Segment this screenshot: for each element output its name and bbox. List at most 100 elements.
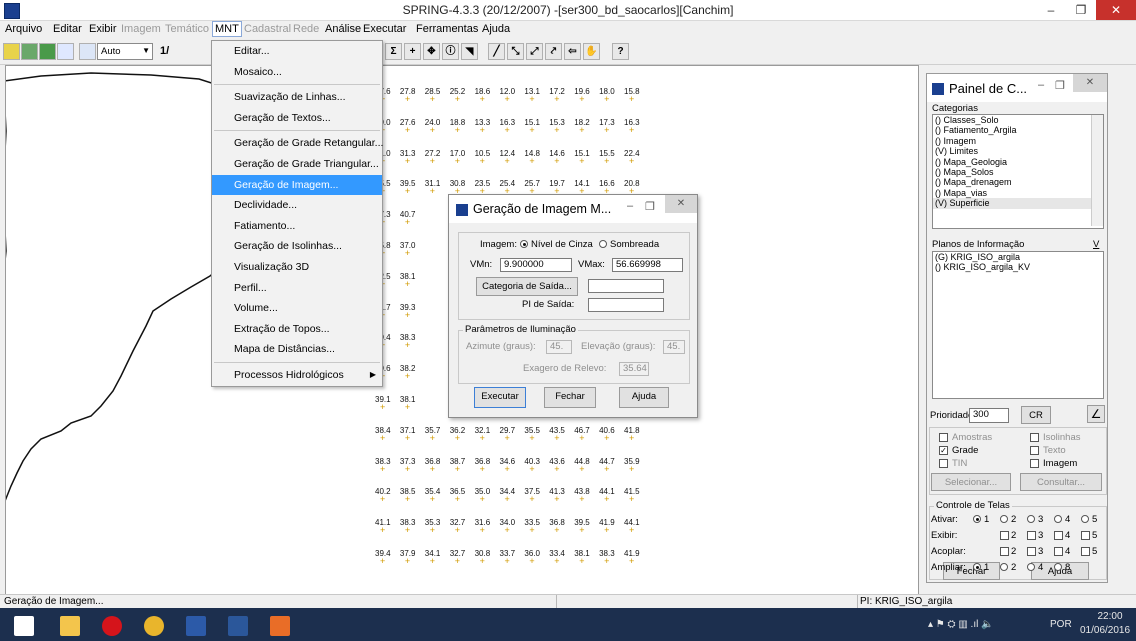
database-icon[interactable] xyxy=(3,43,20,60)
language-indicator[interactable]: POR xyxy=(1050,619,1072,630)
map-tool-4-icon[interactable]: ◥ xyxy=(461,43,478,60)
tela-radio[interactable] xyxy=(1081,515,1089,523)
mnt-menu-item[interactable]: Suavização de Linhas... xyxy=(212,87,382,108)
mnt-menu-item[interactable]: Mosaico... xyxy=(212,62,382,83)
texto-checkbox[interactable] xyxy=(1030,446,1039,455)
dialog-minimize-icon[interactable]: – xyxy=(627,200,633,212)
menu-ferramentas[interactable]: Ferramentas xyxy=(416,23,478,35)
chrome-icon[interactable] xyxy=(134,610,174,640)
vmn-input[interactable]: 9.900000 xyxy=(500,258,572,272)
dialog-maximize-icon[interactable]: ❐ xyxy=(645,200,655,213)
mnt-menu-item[interactable]: Geração de Grade Retangular... xyxy=(212,133,383,154)
map-tool-7-icon[interactable]: ⤢ xyxy=(526,43,543,60)
categoria-item[interactable]: () Mapa_Solos xyxy=(933,167,1103,177)
amostras-checkbox[interactable] xyxy=(939,433,948,442)
menu-mnt[interactable]: MNT xyxy=(212,21,242,37)
categoria-item[interactable]: (V) Superficie xyxy=(933,198,1103,209)
layers-icon[interactable] xyxy=(39,43,56,60)
categoria-saida-field[interactable] xyxy=(588,279,664,293)
categoria-item[interactable]: () Mapa_vias xyxy=(933,188,1103,198)
tela-checkbox[interactable] xyxy=(1000,531,1009,540)
exagero-input[interactable]: 35.64 xyxy=(619,362,649,376)
menu-rede[interactable]: Rede xyxy=(293,23,319,35)
tela-checkbox[interactable] xyxy=(1054,547,1063,556)
menu-arquivo[interactable]: Arquivo xyxy=(5,23,42,35)
dialog-close-button[interactable]: ✕ xyxy=(665,195,697,213)
vmax-input[interactable]: 56.669998 xyxy=(612,258,683,272)
azimute-input[interactable]: 45. xyxy=(546,340,572,354)
clock-date[interactable]: 01/06/2016 xyxy=(1080,625,1130,636)
planos-v-label[interactable]: V xyxy=(1093,239,1099,250)
map-tool-6-icon[interactable]: ⤡ xyxy=(507,43,524,60)
tela-radio[interactable] xyxy=(1000,563,1008,571)
categoria-item[interactable]: () Mapa_Geologia xyxy=(933,157,1103,167)
tela-checkbox[interactable] xyxy=(1027,547,1036,556)
draw-icon[interactable] xyxy=(57,43,74,60)
tela-radio[interactable] xyxy=(1027,563,1035,571)
tela-checkbox[interactable] xyxy=(1081,547,1090,556)
menu-tematico[interactable]: Temático xyxy=(165,23,209,35)
maximize-button[interactable]: ❐ xyxy=(1066,0,1096,20)
scale-select[interactable]: Auto ▼ xyxy=(97,43,153,60)
planos-list[interactable]: (G) KRIG_ISO_argila() KRIG_ISO_argila_KV xyxy=(932,251,1104,399)
imagem-checkbox[interactable] xyxy=(1030,459,1039,468)
opera-icon[interactable] xyxy=(92,610,132,640)
categoria-item[interactable]: () Classes_Solo xyxy=(933,115,1103,125)
mnt-menu-item[interactable]: Visualização 3D xyxy=(212,257,382,278)
categoria-item[interactable]: () Imagem xyxy=(933,136,1103,146)
categoria-item[interactable]: (V) Limites xyxy=(933,146,1103,156)
tin-checkbox[interactable] xyxy=(939,459,948,468)
mnt-menu-item[interactable]: Geração de Isolinhas... xyxy=(212,236,382,257)
panel-maximize-icon[interactable]: ❐ xyxy=(1055,79,1065,92)
categorias-scrollbar[interactable] xyxy=(1091,115,1103,226)
mnt-menu-item[interactable]: Processos Hidrológicos ▶ xyxy=(212,365,382,386)
tela-radio[interactable] xyxy=(1054,515,1062,523)
isolinhas-checkbox[interactable] xyxy=(1030,433,1039,442)
map-tool-11-icon[interactable]: ? xyxy=(612,43,629,60)
panel-close-button[interactable]: ✕ xyxy=(1073,74,1107,92)
prioridade-input[interactable]: 300 xyxy=(969,408,1009,423)
mnt-menu-item[interactable]: Extração de Topos... xyxy=(212,319,382,340)
executar-button[interactable]: Executar xyxy=(474,387,526,408)
tela-radio[interactable] xyxy=(973,515,981,523)
menu-editar[interactable]: Editar xyxy=(53,23,82,35)
sombreada-radio[interactable] xyxy=(599,240,607,248)
categoria-item[interactable]: () Fatiamento_Argila xyxy=(933,125,1103,135)
mnt-menu-item[interactable]: Editar... xyxy=(212,41,382,62)
map-tool-10-icon[interactable]: ✋ xyxy=(583,43,600,60)
tela-radio[interactable] xyxy=(1027,515,1035,523)
clock-time[interactable]: 22:00 xyxy=(1090,611,1130,622)
mnt-menu-item[interactable]: Volume... xyxy=(212,298,382,319)
cr-button[interactable]: CR xyxy=(1021,406,1051,424)
grade-checkbox[interactable]: ✓ xyxy=(939,446,948,455)
tela-checkbox[interactable] xyxy=(1054,531,1063,540)
categoria-item[interactable]: () Mapa_drenagem xyxy=(933,177,1103,187)
map-tool-1-icon[interactable]: + xyxy=(404,43,421,60)
ajuda-button[interactable]: Ajuda xyxy=(619,387,669,408)
menu-cadastral[interactable]: Cadastral xyxy=(244,23,291,35)
categorias-list[interactable]: () Classes_Solo() Fatiamento_Argila() Im… xyxy=(932,114,1104,229)
menu-imagem[interactable]: Imagem xyxy=(121,23,161,35)
minimize-button[interactable]: – xyxy=(1036,0,1066,20)
tela-checkbox[interactable] xyxy=(1027,531,1036,540)
tela-radio[interactable] xyxy=(1000,515,1008,523)
menu-exibir[interactable]: Exibir xyxy=(89,23,117,35)
windows-start-icon[interactable] xyxy=(4,610,44,640)
project-icon[interactable] xyxy=(21,43,38,60)
mnt-menu-item[interactable]: Geração de Imagem... xyxy=(212,174,382,196)
map-tool-0-icon[interactable]: Σ xyxy=(385,43,402,60)
menu-ajuda[interactable]: Ajuda xyxy=(482,23,510,35)
mnt-menu-item[interactable]: Geração de Grade Triangular... xyxy=(212,154,382,175)
tela-radio[interactable] xyxy=(973,563,981,571)
elevacao-input[interactable]: 45. xyxy=(663,340,685,354)
map-tool-2-icon[interactable]: ✥ xyxy=(423,43,440,60)
tela-radio[interactable] xyxy=(1054,563,1062,571)
pi-saida-input[interactable] xyxy=(588,298,664,312)
mnt-menu-item[interactable]: Geração de Textos... xyxy=(212,108,382,129)
mnt-menu-item[interactable]: Mapa de Distâncias... xyxy=(212,339,382,360)
map-tool-9-icon[interactable]: ⇦ xyxy=(564,43,581,60)
mnt-menu-item[interactable]: Fatiamento... xyxy=(212,216,382,237)
file-explorer-icon[interactable] xyxy=(50,610,90,640)
panel-icon[interactable] xyxy=(79,43,96,60)
plano-item[interactable]: (G) KRIG_ISO_argila xyxy=(933,252,1103,262)
